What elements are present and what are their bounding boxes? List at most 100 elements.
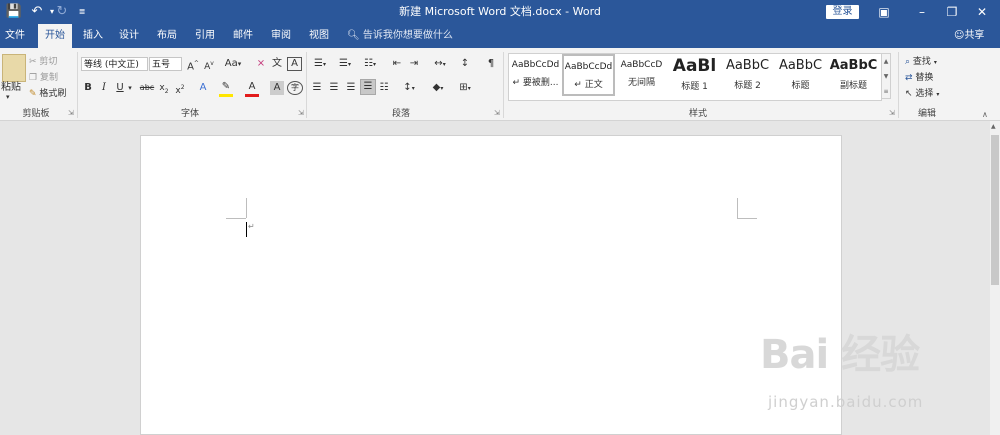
style-item[interactable]: AaBbC 副标题 <box>827 54 880 96</box>
styles-scroll[interactable]: ▲ ▼ ≡ <box>881 53 891 99</box>
crop-mark-top-right-h <box>737 218 757 219</box>
underline-icon[interactable]: U <box>114 81 126 95</box>
tab-home[interactable]: 开始 <box>38 24 72 48</box>
text-effects-icon[interactable]: A <box>196 81 210 95</box>
borders-icon[interactable]: ⊞▾ <box>455 81 475 96</box>
paste-button[interactable]: 粘贴 <box>0 81 22 95</box>
tab-design[interactable]: 设计 <box>114 24 144 48</box>
change-case-button[interactable]: Aa▾ <box>222 57 244 71</box>
search-icon: 🔍︎ <box>347 30 360 41</box>
ribbon-display-options-icon[interactable]: ▣ <box>866 0 902 24</box>
styles-launcher-icon[interactable]: ⇲ <box>889 109 895 117</box>
tab-view[interactable]: 视图 <box>304 24 334 48</box>
superscript-icon[interactable]: x2 <box>174 81 186 98</box>
paragraph-mark: ↵ <box>248 222 255 231</box>
show-hide-marks-icon[interactable]: ¶ <box>484 57 498 71</box>
tab-mailings[interactable]: 邮件 <box>228 24 258 48</box>
sort-icon[interactable]: ↕ <box>458 57 472 71</box>
style-item[interactable]: AaBbCcDd ↵ 要被删... <box>509 54 562 96</box>
align-left-icon[interactable]: ☰ <box>310 81 324 95</box>
paste-icon[interactable] <box>2 54 26 82</box>
paragraph-launcher-icon[interactable]: ⇲ <box>494 109 500 117</box>
line-spacing-icon[interactable]: ↕▾ <box>399 81 419 96</box>
clear-formatting-icon[interactable]: ⨯ <box>254 57 268 71</box>
italic-icon[interactable]: I <box>98 81 110 95</box>
tab-insert[interactable]: 插入 <box>78 24 108 48</box>
scroll-thumb[interactable] <box>991 135 999 285</box>
font-size-combo[interactable]: 五号 <box>149 57 182 71</box>
multilevel-list-icon[interactable]: ☷▾ <box>360 57 380 72</box>
find-button[interactable]: ⌕ 查找 ▾ <box>905 54 937 67</box>
cut-button[interactable]: ✂ 剪切 <box>29 54 57 67</box>
character-border-icon[interactable]: A <box>287 57 302 71</box>
replace-button[interactable]: ⇄ 替换 <box>905 70 933 83</box>
tab-layout[interactable]: 布局 <box>152 24 182 48</box>
style-item-selected[interactable]: AaBbCcDd ↵ 正文 <box>562 54 615 96</box>
change-case-label: Aa <box>224 58 238 69</box>
style-name: 标题 <box>791 81 810 91</box>
person-icon: ☺ <box>954 30 965 41</box>
brush-icon: ✎ <box>29 89 37 99</box>
scroll-up-icon[interactable]: ▲ <box>991 123 996 130</box>
cut-label: 剪切 <box>39 57 58 67</box>
highlight-icon[interactable]: ✎ <box>219 81 233 97</box>
style-sample: AaBbCcD <box>620 60 663 70</box>
select-button[interactable]: ↖ 选择 ▾ <box>905 86 939 99</box>
tell-me-search[interactable]: 🔍︎ 告诉我你想要做什么 <box>347 24 453 48</box>
font-launcher-icon[interactable]: ⇲ <box>298 109 304 117</box>
bold-icon[interactable]: B <box>82 81 94 95</box>
style-sample: AaBbC <box>725 58 770 73</box>
style-sample: AaBbCcDd <box>511 60 560 70</box>
style-sample: AaBbC <box>778 58 823 73</box>
enclose-characters-icon[interactable]: 字 <box>287 81 303 95</box>
crop-mark-top-left-v <box>246 198 247 218</box>
style-name: ↵ 正文 <box>574 80 603 90</box>
tab-review[interactable]: 审阅 <box>266 24 296 48</box>
copy-icon: ❐ <box>29 73 38 83</box>
paste-dropdown-icon[interactable]: ▾ <box>6 93 10 101</box>
character-shading-icon[interactable]: A <box>270 81 284 95</box>
replace-icon: ⇄ <box>905 73 913 83</box>
grow-font-icon[interactable]: A^ <box>186 57 200 74</box>
login-button[interactable]: 登录 <box>826 5 859 19</box>
font-size-value: 五号 <box>152 60 171 70</box>
shrink-font-icon[interactable]: Av <box>202 57 216 74</box>
style-item[interactable]: AaBl 标题 1 <box>668 54 721 96</box>
tab-references[interactable]: 引用 <box>190 24 220 48</box>
crop-mark-top-right-v <box>737 198 738 218</box>
distributed-icon[interactable]: ☷ <box>377 81 391 95</box>
phonetic-guide-icon[interactable]: 文 <box>270 57 284 71</box>
strikethrough-icon[interactable]: abc <box>138 81 156 95</box>
font-color-icon[interactable]: A <box>245 81 259 97</box>
align-center-icon[interactable]: ☰ <box>327 81 341 95</box>
format-painter-button[interactable]: ✎ 格式刷 <box>29 86 66 99</box>
close-icon[interactable]: ✕ <box>964 0 1000 24</box>
subscript-icon[interactable]: x2 <box>158 81 170 99</box>
style-item[interactable]: AaBbC 标题 <box>774 54 827 96</box>
document-page[interactable]: ↵ <box>140 135 842 435</box>
decrease-indent-icon[interactable]: ⇤ <box>390 57 404 71</box>
copy-button[interactable]: ❐ 复制 <box>29 70 58 83</box>
style-item[interactable]: AaBbC 标题 2 <box>721 54 774 96</box>
editing-group-label: 编辑 <box>917 109 936 119</box>
vertical-scrollbar[interactable]: ▲ <box>990 121 1000 435</box>
style-sample: AaBl <box>672 56 717 76</box>
paragraph-group-label: 段落 <box>391 109 410 119</box>
clipboard-launcher-icon[interactable]: ⇲ <box>68 109 74 117</box>
align-right-icon[interactable]: ☰ <box>344 81 358 95</box>
tab-file[interactable]: 文件 <box>0 24 30 48</box>
styles-group-label: 样式 <box>688 109 707 119</box>
chinese-layout-icon[interactable]: ↔▾ <box>430 57 450 72</box>
font-name-combo[interactable]: 等线 (中文正) <box>81 57 148 71</box>
underline-dropdown-icon[interactable]: ▾ <box>126 81 134 95</box>
collapse-ribbon-icon[interactable]: ∧ <box>982 110 988 119</box>
style-name: 标题 1 <box>681 82 708 92</box>
share-button[interactable]: ☺共享 <box>954 24 984 48</box>
bullets-icon[interactable]: ☰▾ <box>310 57 330 72</box>
numbering-icon[interactable]: ☰▾ <box>335 57 355 72</box>
text-cursor <box>246 222 247 237</box>
justify-icon[interactable]: ☰ <box>360 79 376 95</box>
shading-icon[interactable]: ◆▾ <box>428 81 448 96</box>
increase-indent-icon[interactable]: ⇥ <box>407 57 421 71</box>
style-item[interactable]: AaBbCcD 无间隔 <box>615 54 668 96</box>
